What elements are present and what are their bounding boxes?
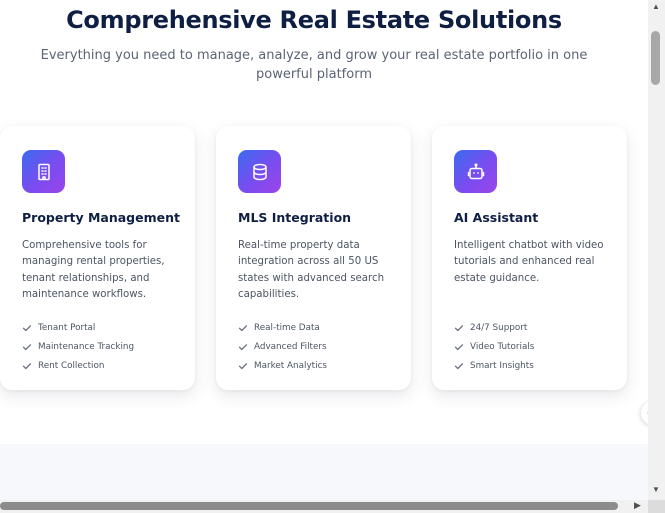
- card-ai-assistant[interactable]: AI Assistant Intelligent chatbot with vi…: [432, 126, 627, 390]
- check-icon: [454, 362, 464, 369]
- check-icon: [454, 324, 464, 331]
- scroll-up-arrow-icon[interactable]: ▲: [652, 2, 660, 11]
- building-icon: [22, 150, 65, 193]
- card-title: AI Assistant: [454, 210, 539, 225]
- feature-item: Tenant Portal: [22, 318, 187, 337]
- feature-label: Video Tutorials: [470, 341, 535, 352]
- check-icon: [238, 362, 248, 369]
- card-description: Comprehensive tools for managing rental …: [22, 240, 165, 300]
- feature-item: Smart Insights: [454, 356, 619, 375]
- card-description: Real-time property data integration acro…: [238, 240, 385, 300]
- check-icon: [22, 324, 32, 331]
- check-icon: [238, 343, 248, 350]
- feature-item: Maintenance Tracking: [22, 337, 187, 356]
- feature-cards: Property Management Comprehensive tools …: [0, 126, 648, 396]
- check-icon: [454, 343, 464, 350]
- feature-list: Tenant Portal Maintenance Tracking Rent …: [22, 318, 187, 375]
- next-section-background: [0, 444, 648, 500]
- card-mls-integration[interactable]: MLS Integration Real-time property data …: [216, 126, 411, 390]
- feature-list: Real-time Data Advanced Filters Market A…: [238, 318, 403, 375]
- vertical-scrollbar[interactable]: ▲ ▼: [648, 0, 665, 500]
- feature-list: 24/7 Support Video Tutorials Smart Insig…: [454, 318, 619, 375]
- feature-label: Maintenance Tracking: [38, 341, 135, 352]
- horizontal-scrollbar[interactable]: ▶: [0, 500, 648, 513]
- horizontal-scrollbar-thumb[interactable]: [0, 502, 618, 510]
- feature-item: Video Tutorials: [454, 337, 619, 356]
- scroll-right-arrow-icon[interactable]: ▶: [634, 500, 641, 511]
- feature-item: Real-time Data: [238, 318, 403, 337]
- vertical-scrollbar-thumb[interactable]: [651, 31, 660, 85]
- feature-label: 24/7 Support: [470, 322, 528, 333]
- card-property-management[interactable]: Property Management Comprehensive tools …: [0, 126, 195, 390]
- scrollbar-corner: [648, 500, 665, 513]
- scroll-down-arrow-icon[interactable]: ▼: [652, 485, 660, 494]
- section-title: Comprehensive Real Estate Solutions: [66, 6, 562, 34]
- check-icon: [22, 362, 32, 369]
- feature-label: Advanced Filters: [254, 341, 327, 352]
- feature-label: Smart Insights: [470, 360, 534, 371]
- feature-label: Tenant Portal: [38, 322, 96, 333]
- feature-item: Market Analytics: [238, 356, 403, 375]
- robot-icon: [454, 150, 497, 193]
- feature-label: Rent Collection: [38, 360, 105, 371]
- card-title: Property Management: [22, 210, 180, 225]
- feature-item: Rent Collection: [22, 356, 187, 375]
- check-icon: [22, 343, 32, 350]
- check-icon: [238, 324, 248, 331]
- card-description: Intelligent chatbot with video tutorials…: [454, 240, 604, 284]
- database-icon: [238, 150, 281, 193]
- page-content: Comprehensive Real Estate Solutions Ever…: [0, 0, 648, 500]
- feature-label: Market Analytics: [254, 360, 327, 371]
- section-subtitle: Everything you need to manage, analyze, …: [40, 48, 588, 82]
- card-title: MLS Integration: [238, 210, 352, 225]
- feature-item: 24/7 Support: [454, 318, 619, 337]
- feature-label: Real-time Data: [254, 322, 320, 333]
- feature-item: Advanced Filters: [238, 337, 403, 356]
